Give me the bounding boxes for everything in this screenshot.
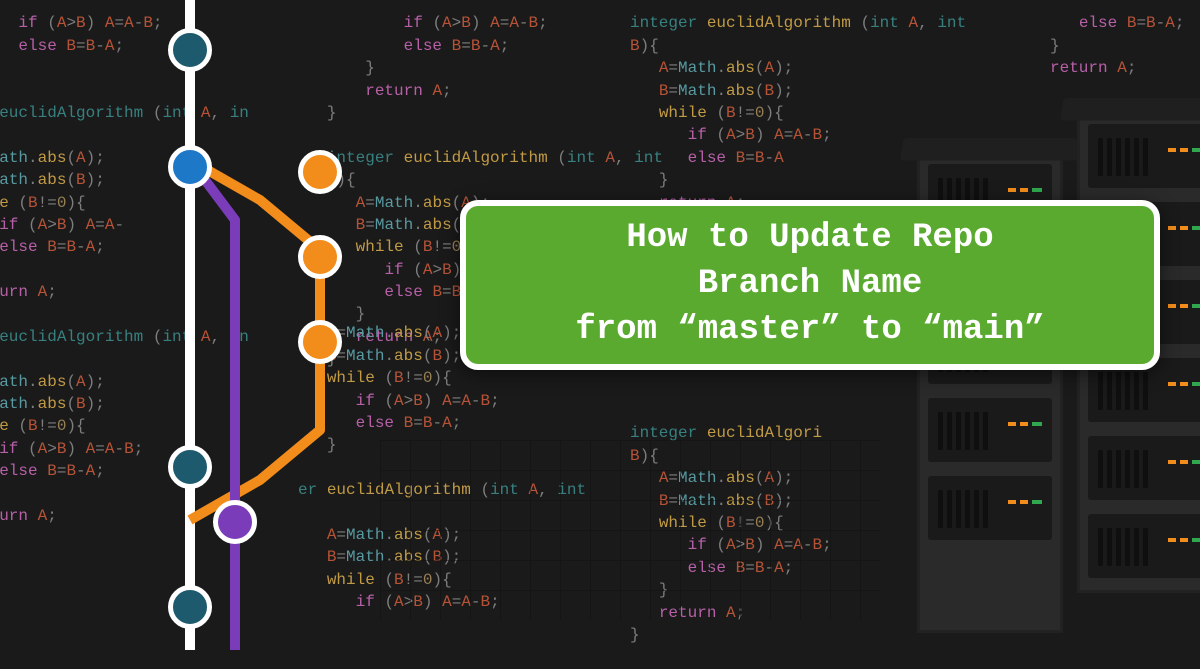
commit-node-icon <box>168 445 212 489</box>
title-line1: How to Update Repo <box>626 216 993 262</box>
commit-node-icon <box>298 235 342 279</box>
git-graph-icon <box>140 0 400 650</box>
commit-node-icon <box>298 150 342 194</box>
commit-node-icon <box>168 145 212 189</box>
commit-node-icon <box>213 500 257 544</box>
decorative-grid <box>380 440 880 620</box>
commit-node-icon <box>168 585 212 629</box>
title-line3: from “master” to “main” <box>575 308 1044 354</box>
commit-node-icon <box>298 320 342 364</box>
title-line2: Branch Name <box>698 262 922 308</box>
title-card: How to Update Repo Branch Name from “mas… <box>460 200 1160 370</box>
commit-node-icon <box>168 28 212 72</box>
